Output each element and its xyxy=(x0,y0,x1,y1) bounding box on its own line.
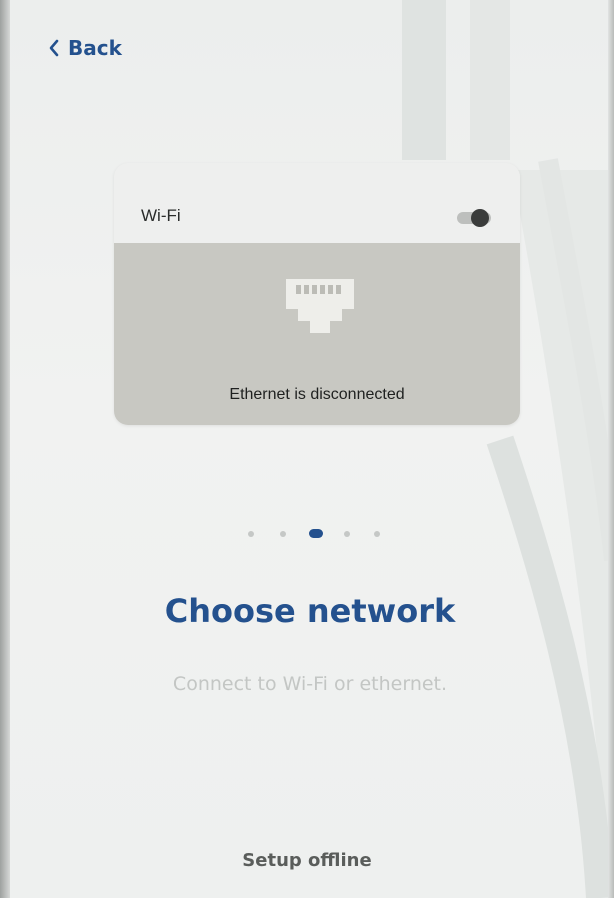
back-button[interactable]: Back xyxy=(48,36,122,60)
wifi-row[interactable]: Wi-Fi xyxy=(114,163,520,243)
chevron-left-icon xyxy=(49,39,59,57)
pager-dot xyxy=(248,531,254,537)
device-frame-left xyxy=(0,0,10,898)
network-card: Wi-Fi Ethernet is disconnected xyxy=(114,163,520,425)
setup-screen: Back Wi-Fi Ethernet is disconnected Choo… xyxy=(0,0,614,898)
wifi-toggle[interactable] xyxy=(453,209,493,227)
device-frame-right xyxy=(608,0,614,898)
pager-dot xyxy=(374,531,380,537)
page-subtitle: Connect to Wi-Fi or ethernet. xyxy=(172,673,448,695)
page-title: Choose network xyxy=(164,592,456,630)
setup-offline-button[interactable]: Setup offline xyxy=(0,850,614,871)
wifi-label: Wi-Fi xyxy=(141,206,181,225)
pager-dot xyxy=(344,531,350,537)
back-label: Back xyxy=(68,36,122,60)
ethernet-status-text: Ethernet is disconnected xyxy=(229,386,405,403)
ethernet-port-icon xyxy=(286,279,354,333)
ethernet-section: Ethernet is disconnected xyxy=(114,243,520,425)
pager-dot xyxy=(280,531,286,537)
pager-dot-active xyxy=(309,529,323,538)
wifi-toggle-knob xyxy=(471,209,489,227)
background-arc-decoration xyxy=(402,0,614,898)
